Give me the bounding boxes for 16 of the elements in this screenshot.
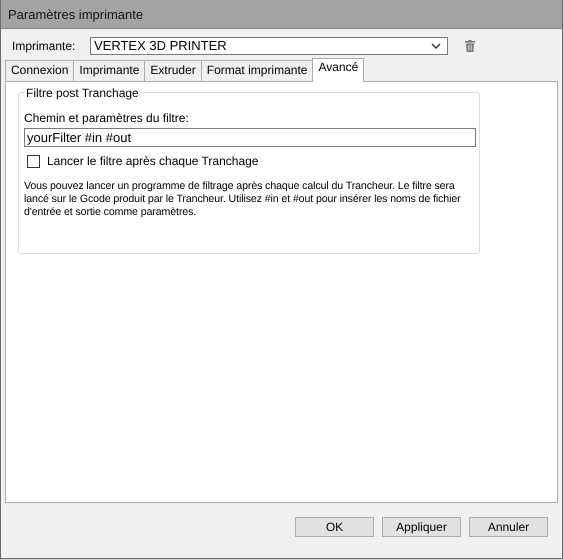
window-title: Paramètres imprimante [8, 6, 144, 22]
checkbox[interactable] [27, 154, 40, 168]
field-label: Chemin et paramètres du filtre: [24, 111, 190, 125]
filter-field[interactable]: yourFilter #in #out [24, 128, 476, 147]
dialog-button[interactable]: Annuler [469, 517, 548, 537]
description-text: Vous pouvez lancer un programme de filtrage après chaque calcul du Trancheur. Le filtre sera lancé sur le Gcode produit par le Trancheur. Utilisez #in et #out pour insérer les noms de fichier d'entrée et sortie comme paramètres. [24, 180, 462, 219]
chevron-down-icon[interactable] [431, 42, 441, 48]
tab[interactable]: Connexion [5, 60, 74, 81]
dialog-button[interactable]: OK [295, 517, 374, 537]
tab[interactable]: Avancé [312, 58, 364, 82]
dialog-button[interactable]: Appliquer [382, 517, 461, 537]
printer-dropdown[interactable]: VERTEX 3D PRINTER [90, 36, 448, 54]
printer-label: Imprimante: [12, 38, 76, 52]
trash-icon[interactable] [465, 40, 475, 52]
checkbox-label: Lancer le filtre après chaque Tranchage [47, 154, 258, 168]
group-title: Filtre post Tranchage [24, 86, 141, 100]
